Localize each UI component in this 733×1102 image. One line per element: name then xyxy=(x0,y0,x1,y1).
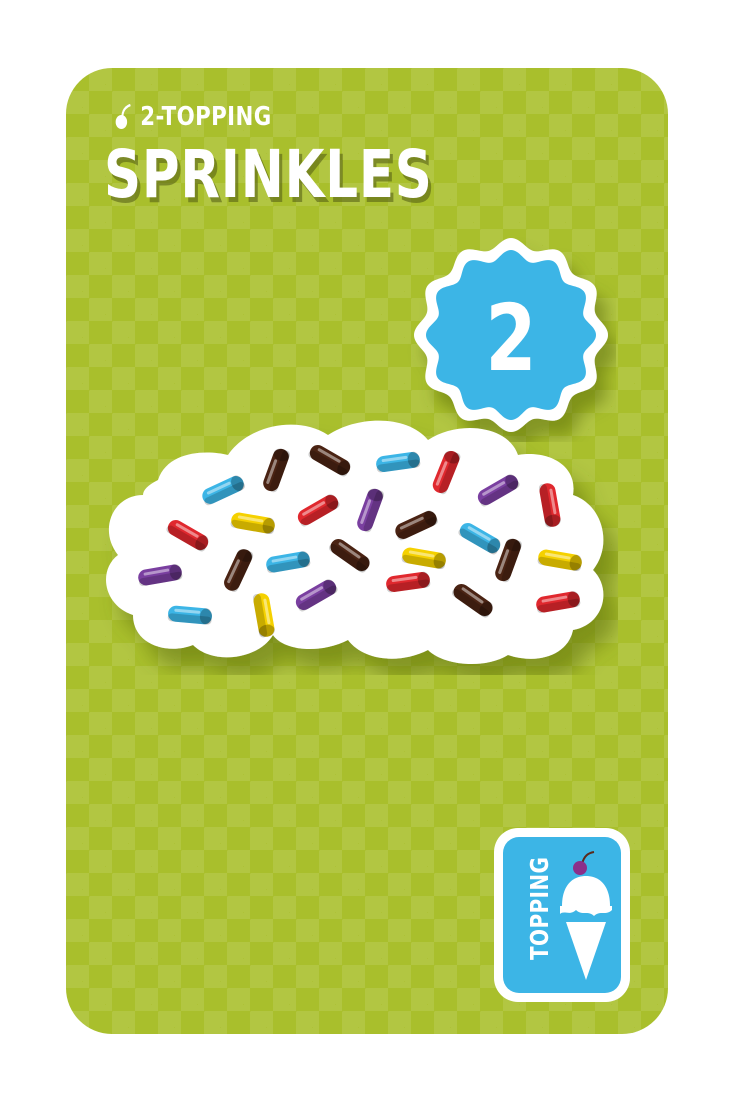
card-type-label: TOPPING xyxy=(523,820,557,960)
card-title: SPRINKLES xyxy=(104,136,433,213)
card-type-tag xyxy=(494,828,630,1002)
sprinkles-pile xyxy=(106,420,604,665)
card-category: 2-TOPPING xyxy=(114,99,272,135)
ice-cream-cone-icon xyxy=(560,851,612,980)
sprinkles-illustration xyxy=(98,410,618,675)
cherry-icon xyxy=(115,104,131,129)
type-label-text: TOPPING xyxy=(525,856,554,960)
sprinkles-sticker-outline xyxy=(106,420,604,665)
category-label: 2-TOPPING xyxy=(140,102,272,132)
